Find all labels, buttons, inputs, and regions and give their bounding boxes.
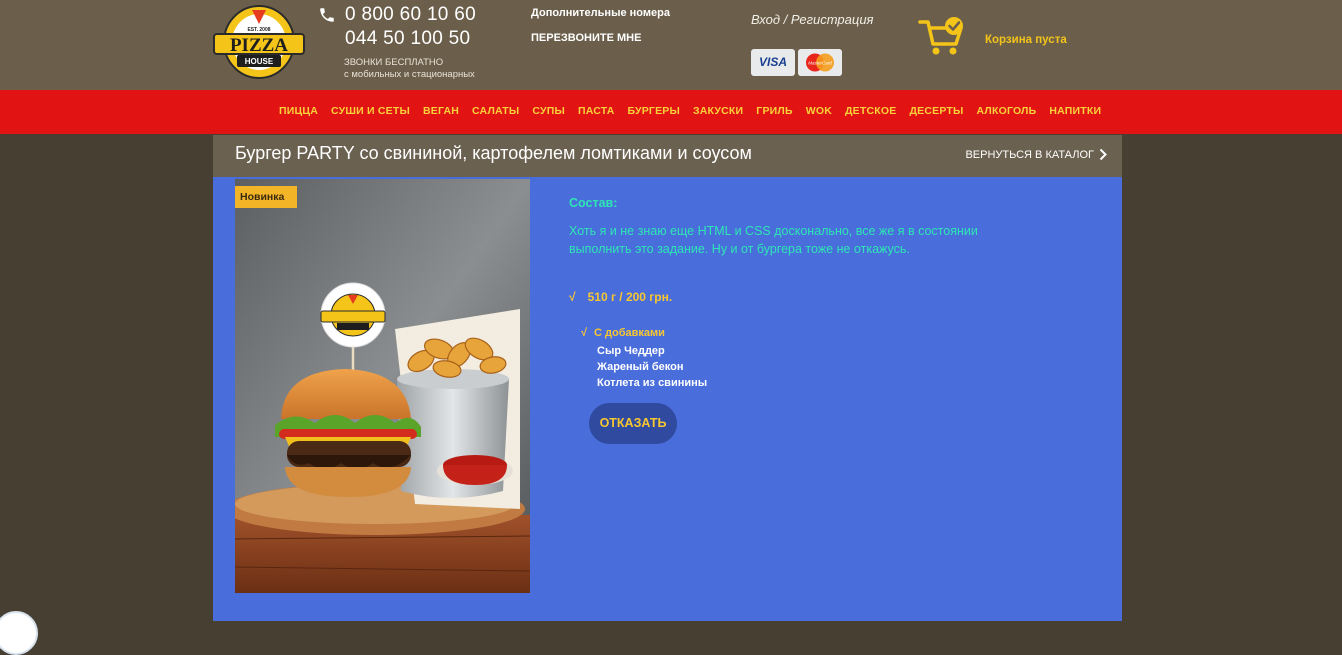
- extra-numbers-link[interactable]: Дополнительные номера: [531, 7, 670, 19]
- addon-list: Сыр Чеддер Жареный бекон Котлета из свин…: [597, 343, 707, 391]
- cart-status-label[interactable]: Корзина пуста: [985, 34, 1067, 46]
- nav-item-drinks[interactable]: НАПИТКИ: [1049, 105, 1101, 117]
- chevron-right-icon: [1099, 148, 1107, 161]
- site-header: EST. 2008 PIZZA HOUSE 0 800 60 10 60 044…: [0, 0, 1342, 90]
- product-title-bar: Бургер PARTY со свининой, картофелем лом…: [213, 135, 1122, 177]
- composition-title: Состав:: [569, 196, 618, 210]
- phone-primary[interactable]: 0 800 60 10 60: [345, 4, 476, 26]
- nav-item-sushi[interactable]: СУШИ И СЕТЫ: [331, 105, 410, 117]
- pizza-house-logo[interactable]: EST. 2008 PIZZA HOUSE: [212, 4, 306, 80]
- mastercard-label: MasterCard: [808, 61, 832, 66]
- login-register-link[interactable]: Вход / Регистрация: [751, 12, 874, 27]
- nav-item-desserts[interactable]: ДЕСЕРТЫ: [909, 105, 963, 117]
- cart-icon[interactable]: [918, 16, 966, 58]
- checkmark-icon: √: [581, 327, 588, 339]
- new-badge: Новинка: [235, 186, 297, 208]
- product-price: √ 510 г / 200 грн.: [569, 290, 672, 304]
- nav-item-salads[interactable]: САЛАТЫ: [472, 105, 519, 117]
- product-content: Новинка Состав: Хоть я и не знаю еще HTM…: [213, 177, 1122, 621]
- nav-item-vegan[interactable]: ВЕГАН: [423, 105, 459, 117]
- addon-item: Сыр Чеддер: [597, 345, 665, 357]
- category-nav-list: ПИЦЦА СУШИ И СЕТЫ ВЕГАН САЛАТЫ СУПЫ ПАСТ…: [279, 105, 1101, 117]
- nav-item-soups[interactable]: СУПЫ: [532, 105, 565, 117]
- addon-item: Котлета из свинины: [597, 377, 708, 389]
- logo-house-text: HOUSE: [245, 57, 274, 66]
- mastercard-icon: MasterCard: [798, 49, 842, 76]
- addons-heading-label: С добавками: [594, 327, 665, 339]
- free-calls-note: ЗВОНКИ БЕСПЛАТНО с мобильных и стационар…: [344, 57, 504, 81]
- nav-item-pasta[interactable]: ПАСТА: [578, 105, 615, 117]
- addons-heading: √ С добавками: [581, 327, 665, 339]
- price-value: 510 г / 200 грн.: [587, 290, 673, 304]
- addon-item: Жареный бекон: [597, 361, 684, 373]
- category-nav: ПИЦЦА СУШИ И СЕТЫ ВЕГАН САЛАТЫ СУПЫ ПАСТ…: [0, 90, 1342, 134]
- nav-item-alcohol[interactable]: АЛКОГОЛЬ: [976, 105, 1036, 117]
- product-title: Бургер PARTY со свининой, картофелем лом…: [235, 143, 752, 163]
- product-description: Хоть я и не знаю еще HTML и CSS досконал…: [569, 224, 978, 256]
- free-calls-line-1: ЗВОНКИ БЕСПЛАТНО: [344, 57, 444, 68]
- refuse-button[interactable]: ОТКАЗАТЬ: [589, 403, 677, 444]
- phone-secondary[interactable]: 044 50 100 50: [345, 28, 470, 50]
- logo-pizza-text: PIZZA: [230, 35, 288, 56]
- nav-item-burgers[interactable]: БУРГЕРЫ: [628, 105, 680, 117]
- nav-item-grill[interactable]: ГРИЛЬ: [756, 105, 792, 117]
- logo-est-text: EST. 2008: [247, 27, 270, 33]
- visa-card-icon: VISA: [751, 49, 795, 76]
- free-calls-line-2: с мобильных и стационарных: [344, 69, 475, 80]
- nav-item-wok[interactable]: WOK: [806, 105, 832, 117]
- back-to-catalog-link[interactable]: ВЕРНУТЬСЯ В КАТАЛОГ: [965, 148, 1107, 161]
- back-to-catalog-label: ВЕРНУТЬСЯ В КАТАЛОГ: [965, 148, 1094, 161]
- callback-link[interactable]: ПЕРЕЗВОНИТЕ МНЕ: [531, 32, 641, 44]
- checkmark-icon: √: [569, 290, 576, 304]
- nav-item-kids[interactable]: ДЕТСКОЕ: [845, 105, 896, 117]
- chat-widget-button[interactable]: [0, 611, 38, 655]
- burger-photo: [235, 179, 530, 593]
- nav-item-snacks[interactable]: ЗАКУСКИ: [693, 105, 743, 117]
- phone-icon: [320, 8, 334, 22]
- nav-item-pizza[interactable]: ПИЦЦА: [279, 105, 318, 117]
